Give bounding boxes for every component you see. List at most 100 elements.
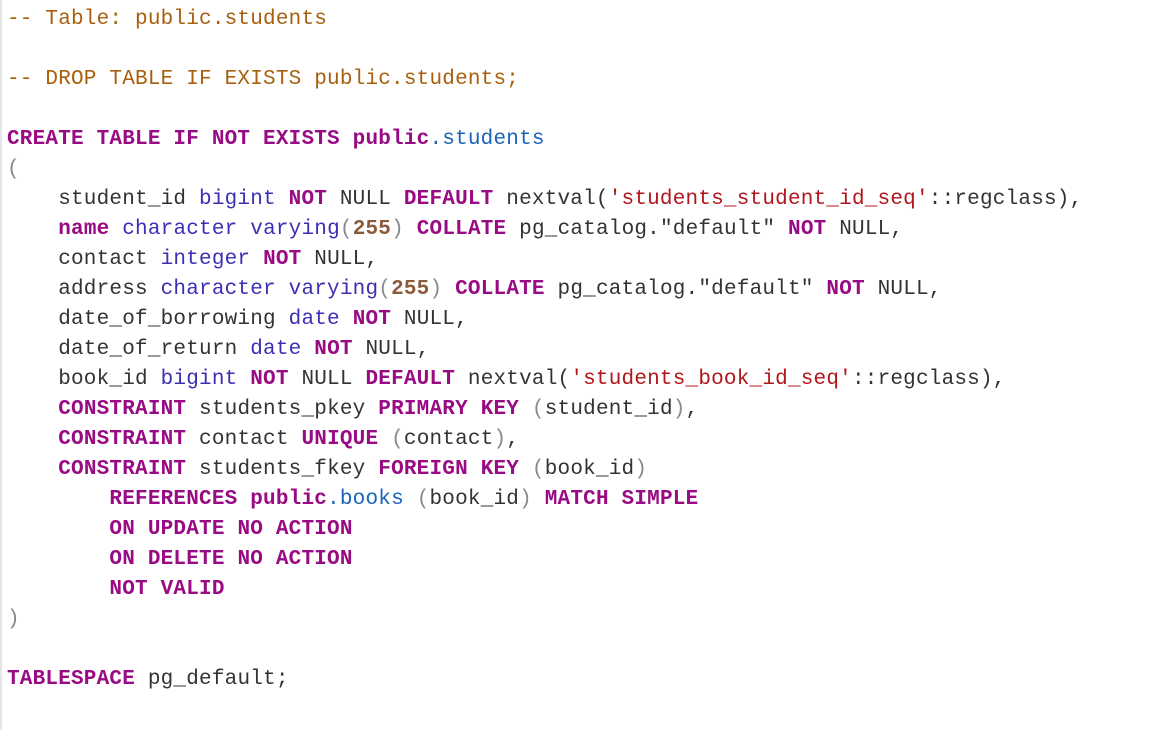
code-token-kw: ON UPDATE NO ACTION <box>109 518 353 541</box>
code-token-paren: ( <box>531 458 545 481</box>
code-token-kw: NOT <box>788 218 827 241</box>
code-token-plain: , <box>685 398 699 421</box>
code-token-plain: NULL, <box>352 338 430 361</box>
code-token-paren: ) <box>519 488 532 511</box>
code-line[interactable]: TABLESPACE pg_default; <box>7 665 1082 695</box>
code-token-plain: students_fkey <box>186 458 379 481</box>
code-line[interactable]: ​ <box>7 35 1082 65</box>
code-token-plain: NULL <box>288 368 366 391</box>
code-token-type: character varying <box>122 218 340 241</box>
code-token-type: character varying <box>160 278 379 301</box>
code-token-cm: -- Table: public.students <box>7 8 328 31</box>
code-line[interactable]: ​ <box>7 95 1082 125</box>
code-token-kw: REFERENCES public <box>109 488 328 511</box>
code-line[interactable]: CONSTRAINT contact UNIQUE (contact), <box>7 425 1082 455</box>
code-token-paren: ( <box>378 278 392 301</box>
code-token-type: bigint <box>199 188 276 211</box>
code-line[interactable]: name character varying(255) COLLATE pg_c… <box>7 215 1082 245</box>
code-token-plain: contact <box>186 428 302 451</box>
code-token-plain: pg_default; <box>135 668 289 691</box>
code-token-qual: .books <box>327 488 404 511</box>
code-token-paren: ( <box>531 398 545 421</box>
code-token-kw: CONSTRAINT <box>58 428 187 451</box>
code-token-cm: -- DROP TABLE IF EXISTS public.students; <box>7 68 520 91</box>
code-line[interactable]: date_of_return date NOT NULL, <box>7 335 1082 365</box>
code-line[interactable]: CONSTRAINT students_pkey PRIMARY KEY (st… <box>7 395 1082 425</box>
code-token-plain: , <box>506 428 520 451</box>
code-line[interactable]: ON UPDATE NO ACTION <box>7 515 1082 545</box>
code-line[interactable]: address character varying(255) COLLATE p… <box>7 275 1082 305</box>
code-line[interactable]: ) <box>7 605 1082 635</box>
code-line[interactable]: book_id bigint NOT NULL DEFAULT nextval(… <box>7 365 1082 395</box>
sql-code-editor[interactable]: -- Table: public.students ​ -- DROP TABLE … <box>7 5 1082 695</box>
code-token-paren: ) <box>493 428 507 451</box>
code-token-kw: NOT <box>314 338 353 361</box>
code-token-paren: ( <box>339 218 353 241</box>
code-token-kw: NOT <box>263 248 302 271</box>
code-token-paren: ) <box>429 278 443 301</box>
code-token-kw: FOREIGN KEY <box>378 458 520 481</box>
code-token-plain: book_id <box>544 458 635 481</box>
code-token-plain: nextval( <box>493 188 609 211</box>
code-token-plain: NULL, <box>826 218 904 241</box>
code-token-kw: DEFAULT <box>365 368 456 391</box>
code-token-kw: DEFAULT <box>403 188 494 211</box>
code-line[interactable]: REFERENCES public.books (book_id) MATCH … <box>7 485 1082 515</box>
code-token-kw: PRIMARY KEY <box>378 398 520 421</box>
code-token-plain: book_id <box>429 488 520 511</box>
code-line[interactable]: contact integer NOT NULL, <box>7 245 1082 275</box>
code-token-kw: COLLATE <box>416 218 507 241</box>
code-line[interactable]: -- Table: public.students <box>7 5 1082 35</box>
code-token-kw: CONSTRAINT <box>58 458 187 481</box>
code-token-plain: student_id <box>7 188 200 211</box>
code-token-plain: book_id <box>7 368 161 391</box>
code-token-plain: contact <box>403 428 494 451</box>
code-line[interactable]: ​ <box>7 635 1082 665</box>
code-line[interactable]: date_of_borrowing date NOT NULL, <box>7 305 1082 335</box>
code-token-plain: date_of_borrowing <box>7 308 289 331</box>
code-token-plain: NULL <box>327 188 404 211</box>
code-line[interactable]: ( <box>7 155 1082 185</box>
code-token-type: date <box>250 338 302 361</box>
code-token-paren: ) <box>7 608 20 631</box>
code-token-plain: pg_catalog."default" <box>544 278 827 301</box>
code-token-kw: CONSTRAINT <box>58 398 187 421</box>
code-token-kw: MATCH SIMPLE <box>544 488 699 511</box>
code-token-plain: students_pkey <box>186 398 379 421</box>
code-token-plain: pg_catalog."default" <box>506 218 789 241</box>
code-token-plain: contact <box>7 248 161 271</box>
code-token-plain: student_id <box>544 398 673 421</box>
code-token-kw: NOT <box>826 278 865 301</box>
code-token-plain: ::regclass), <box>928 188 1083 211</box>
code-token-plain: NULL, <box>864 278 942 301</box>
code-token-plain: NULL, <box>391 308 468 331</box>
code-token-num: 255 <box>391 278 430 301</box>
code-line[interactable]: CREATE TABLE IF NOT EXISTS public.studen… <box>7 125 1082 155</box>
code-line[interactable]: CONSTRAINT students_fkey FOREIGN KEY (bo… <box>7 455 1082 485</box>
code-token-paren: ) <box>672 398 686 421</box>
code-token-paren: ) <box>634 458 648 481</box>
code-line[interactable]: ON DELETE NO ACTION <box>7 545 1082 575</box>
code-line[interactable]: student_id bigint NOT NULL DEFAULT nextv… <box>7 185 1082 215</box>
code-line[interactable]: -- DROP TABLE IF EXISTS public.students; <box>7 65 1082 95</box>
code-token-qual: .students <box>429 128 545 151</box>
code-token-kw: TABLESPACE <box>7 668 136 691</box>
code-token-type: date <box>288 308 340 331</box>
code-line[interactable]: NOT VALID <box>7 575 1082 605</box>
code-token-kw: NOT <box>352 308 392 331</box>
code-token-kw: UNIQUE <box>301 428 379 451</box>
